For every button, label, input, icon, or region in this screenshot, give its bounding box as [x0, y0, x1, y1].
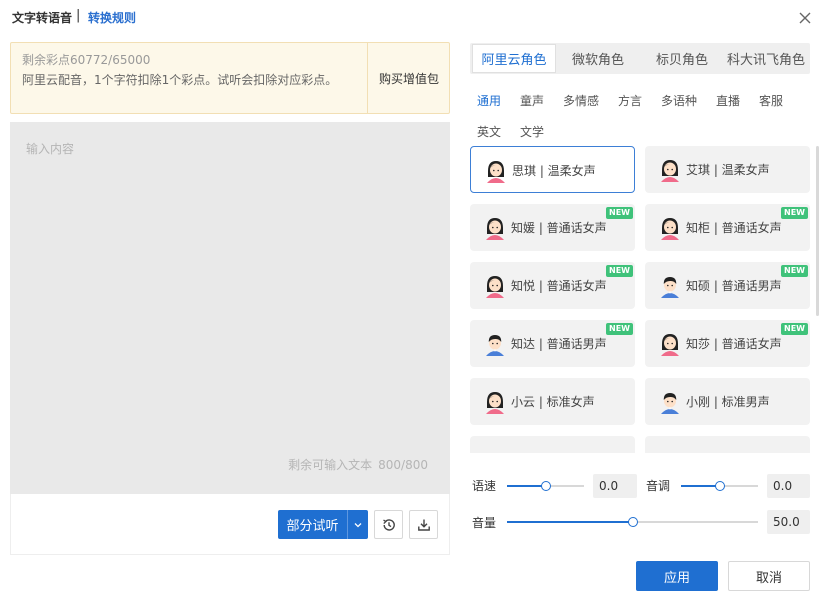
voice-card[interactable]: 知硕 | 普通话男声 NEW [645, 262, 810, 309]
remaining-label: 剩余可输入文本 [288, 458, 373, 472]
buy-package-button[interactable]: 购买增值包 [367, 43, 450, 113]
speed-slider-fill [507, 485, 546, 487]
voice-name: 思琪 | 温柔女声 [512, 164, 596, 178]
speed-label: 语速 [472, 479, 497, 493]
new-badge: NEW [606, 323, 633, 335]
voice-name: 知媛 | 普通话女声 [511, 221, 607, 235]
speed-slider[interactable] [507, 481, 584, 491]
pitch-slider[interactable] [681, 481, 758, 491]
voice-card[interactable]: 知柜 | 普通话女声 NEW [645, 204, 810, 251]
new-badge: NEW [781, 323, 808, 335]
voice-card[interactable]: 艾琪 | 温柔女声 [645, 146, 810, 193]
speed-slider-handle[interactable] [540, 481, 551, 491]
vendor-tabs: 阿里云角色 微软角色 标贝角色 科大讯飞角色 [470, 43, 810, 74]
title-separator: | [76, 8, 81, 23]
voice-card[interactable] [470, 436, 635, 453]
history-icon[interactable] [374, 510, 403, 539]
conversion-rules-link[interactable]: 转换规则 [88, 9, 136, 26]
pitch-label: 音调 [646, 479, 671, 493]
category-multilingual[interactable]: 多语种 [661, 92, 697, 109]
volume-slider[interactable] [507, 517, 758, 527]
voice-name: 知硕 | 普通话男声 [686, 279, 782, 293]
voice-name: 小云 | 标准女声 [511, 395, 595, 409]
voice-card[interactable]: 知达 | 普通话男声 NEW [470, 320, 635, 367]
voice-card[interactable] [645, 436, 810, 453]
voice-card[interactable]: 思琪 | 温柔女声 [470, 146, 635, 193]
volume-value[interactable]: 50.0 [767, 510, 810, 534]
category-child[interactable]: 童声 [520, 92, 544, 109]
credit-balance: 剩余彩点60772/65000 [22, 53, 151, 67]
voice-name: 知悦 | 普通话女声 [511, 279, 607, 293]
voice-name: 艾琪 | 温柔女声 [686, 163, 770, 177]
category-literature[interactable]: 文学 [520, 123, 544, 140]
dialog-title: 文字转语音 [12, 11, 73, 25]
pitch-slider-handle[interactable] [714, 481, 725, 491]
tab-biaobei[interactable]: 标贝角色 [646, 43, 718, 74]
pitch-slider-fill [681, 485, 720, 487]
female-avatar-icon [659, 157, 681, 183]
category-general[interactable]: 通用 [477, 92, 501, 109]
tab-microsoft[interactable]: 微软角色 [560, 43, 636, 74]
female-avatar-icon [485, 158, 507, 184]
category-english[interactable]: 英文 [477, 123, 501, 140]
remaining-count: 800/800 [378, 458, 428, 472]
apply-button[interactable]: 应用 [636, 561, 718, 591]
male-avatar-icon [484, 331, 506, 357]
credit-description: 阿里云配音，1个字符扣除1个彩点。试听会扣除对应彩点。 [22, 73, 338, 87]
category-emotion[interactable]: 多情感 [563, 92, 599, 109]
category-live[interactable]: 直播 [716, 92, 740, 109]
volume-slider-fill [507, 521, 633, 523]
new-badge: NEW [781, 265, 808, 277]
new-badge: NEW [606, 265, 633, 277]
category-service[interactable]: 客服 [759, 92, 783, 109]
partial-preview-label[interactable]: 部分试听 [278, 510, 347, 539]
voice-name: 知达 | 普通话男声 [511, 337, 607, 351]
voice-name: 小刚 | 标准男声 [686, 395, 770, 409]
voice-name: 知莎 | 普通话女声 [686, 337, 782, 351]
speed-value[interactable]: 0.0 [593, 474, 637, 498]
tts-dialog: 文字转语音 | 转换规则 剩余彩点60772/65000 阿里云配音，1个字符扣… [0, 0, 823, 606]
female-avatar-icon [484, 215, 506, 241]
volume-slider-handle[interactable] [627, 517, 638, 527]
female-avatar-icon [484, 273, 506, 299]
chevron-down-icon[interactable] [347, 510, 368, 539]
voice-name: 知柜 | 普通话女声 [686, 221, 782, 235]
volume-label: 音量 [472, 516, 497, 530]
female-avatar-icon [659, 331, 681, 357]
partial-preview-button[interactable]: 部分试听 [278, 510, 368, 539]
remaining-text-counter: 剩余可输入文本 800/800 [288, 456, 428, 473]
female-avatar-icon [484, 389, 506, 415]
new-badge: NEW [606, 207, 633, 219]
text-input-area[interactable]: 输入内容 剩余可输入文本 800/800 [10, 122, 450, 494]
text-input-placeholder: 输入内容 [26, 142, 75, 156]
male-avatar-icon [659, 273, 681, 299]
category-dialect[interactable]: 方言 [618, 92, 642, 109]
download-icon[interactable] [409, 510, 438, 539]
credit-notice: 剩余彩点60772/65000 阿里云配音，1个字符扣除1个彩点。试听会扣除对应… [10, 42, 450, 114]
voice-card[interactable]: 小刚 | 标准男声 [645, 378, 810, 425]
tab-iflytek[interactable]: 科大讯飞角色 [722, 43, 810, 74]
voice-list: 思琪 | 温柔女声 艾琪 | 温柔女声 知媛 | 普通话女声 NEW 知柜 | 普通话女… [470, 146, 811, 453]
voice-card[interactable]: 小云 | 标准女声 [470, 378, 635, 425]
pitch-value[interactable]: 0.0 [767, 474, 810, 498]
voice-card[interactable]: 知媛 | 普通话女声 NEW [470, 204, 635, 251]
voice-card[interactable]: 知莎 | 普通话女声 NEW [645, 320, 810, 367]
male-avatar-icon [659, 389, 681, 415]
tab-aliyun[interactable]: 阿里云角色 [472, 44, 556, 73]
new-badge: NEW [781, 207, 808, 219]
voice-card[interactable]: 知悦 | 普通话女声 NEW [470, 262, 635, 309]
cancel-button[interactable]: 取消 [728, 561, 810, 591]
close-icon[interactable] [797, 10, 813, 26]
voice-list-scrollbar[interactable] [816, 146, 819, 316]
female-avatar-icon [659, 215, 681, 241]
